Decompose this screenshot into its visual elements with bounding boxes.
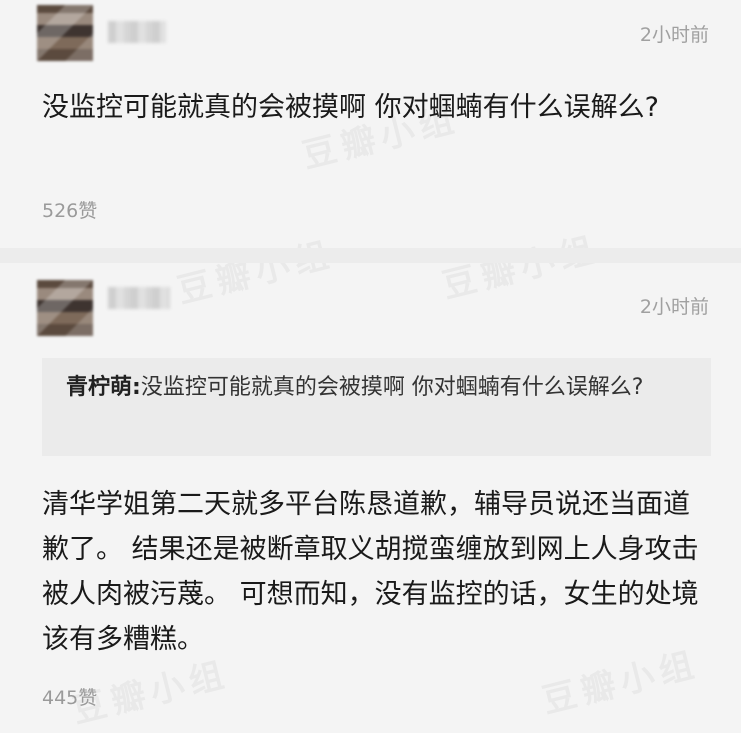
comment-item: 2小时前 没监控可能就真的会被摸啊 你对蝈蝻有什么误解么? 526赞 — [0, 0, 741, 248]
comment-time: 2小时前 — [639, 24, 709, 46]
quoted-reply[interactable]: 青柠萌:没监控可能就真的会被摸啊 你对蝈蝻有什么误解么? — [42, 358, 711, 456]
like-count[interactable]: 526赞 — [42, 196, 97, 223]
comment-text: 清华学姐第二天就多平台陈恳道歉，辅导员说还当面道歉了。 结果还是被断章取义胡搅蛮… — [42, 489, 699, 655]
avatar[interactable] — [37, 280, 93, 336]
avatar[interactable] — [37, 5, 93, 61]
username-blurred[interactable] — [108, 287, 170, 309]
comment-divider — [0, 248, 741, 263]
comment-text: 没监控可能就真的会被摸啊 你对蝈蝻有什么误解么? — [42, 92, 659, 123]
username-blurred[interactable] — [108, 21, 166, 43]
comment-time: 2小时前 — [639, 296, 709, 318]
comment-item: 2小时前 青柠萌:没监控可能就真的会被摸啊 你对蝈蝻有什么误解么? 清华学姐第二… — [0, 263, 741, 726]
like-count[interactable]: 445赞 — [42, 683, 97, 710]
quoted-author: 青柠萌: — [66, 375, 141, 400]
quoted-text: 没监控可能就真的会被摸啊 你对蝈蝻有什么误解么? — [140, 375, 644, 400]
